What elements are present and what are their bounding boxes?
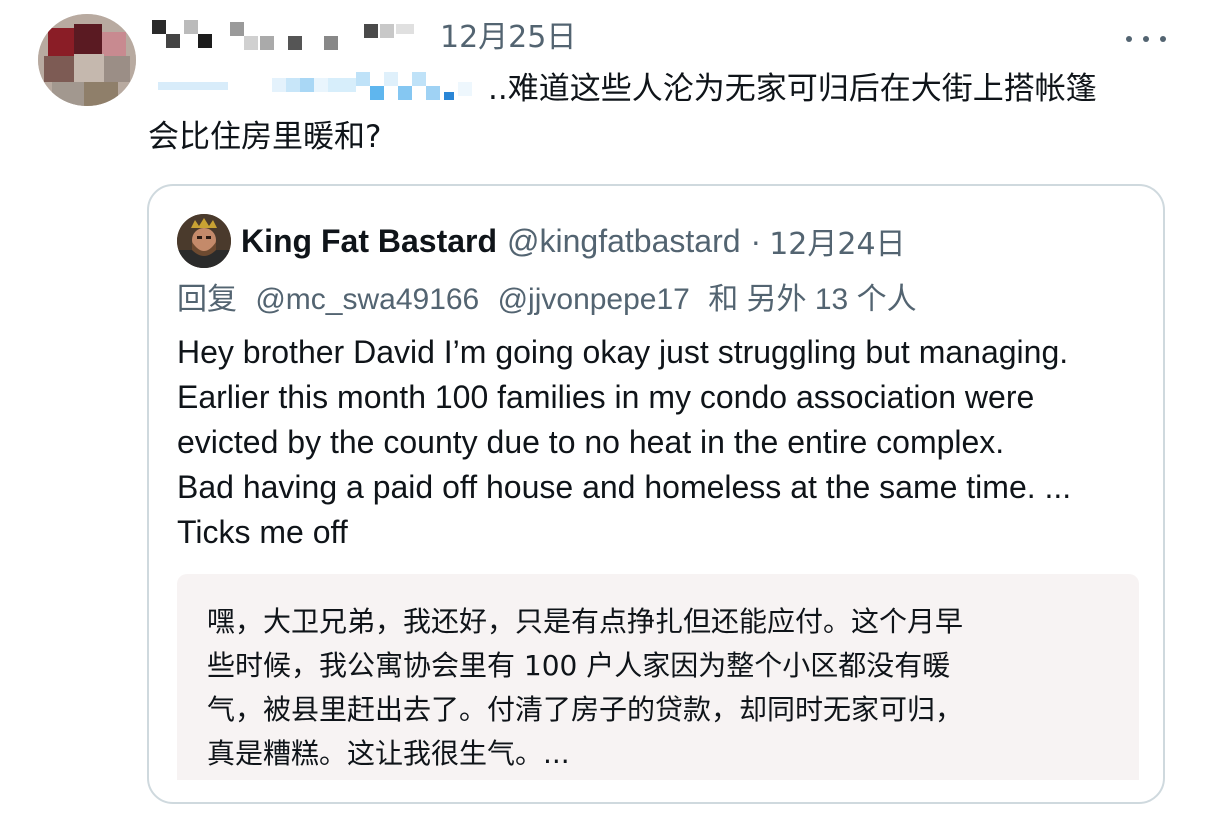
translation-line: 些时候，我公寓协会里有 100 户人家因为整个小区都没有暖 (207, 649, 951, 682)
translation-text: 嘿，大卫兄弟，我还好，只是有点挣扎但还能应付。这个月早 些时候，我公寓协会里有 … (207, 600, 963, 776)
quoted-handle[interactable]: @kingfatbastard (507, 223, 741, 260)
reply-context: 回复 @mc_swa49166 @jjvonpepe17 和 另外 13 个人 (177, 278, 917, 322)
quoted-display-name[interactable]: King Fat Bastard (241, 223, 497, 260)
translation-line: 嘿，大卫兄弟，我还好，只是有点挣扎但还能应付。这个月早 (207, 605, 964, 638)
body-line: Hey brother David I’m going okay just st… (177, 334, 1069, 370)
body-line: evicted by the county due to no heat in … (177, 424, 1005, 460)
post-date[interactable]: 12月25日 (440, 18, 576, 58)
body-line: Bad having a paid off house and homeless… (177, 469, 1072, 505)
body-line: Ticks me off (177, 514, 348, 550)
quoted-date[interactable]: 12月24日 (769, 219, 905, 263)
reply-handle-2[interactable]: @jjvonpepe17 (498, 283, 690, 316)
reply-handle-1[interactable]: @mc_swa49166 (255, 283, 479, 316)
separator-dot: · (750, 222, 762, 259)
translation-line: 真是糟糕。这让我很生气。... (207, 737, 570, 770)
quoted-author-avatar[interactable] (177, 214, 231, 268)
more-horizontal-icon[interactable] (1126, 26, 1166, 52)
post-text-line-2: 会比住房里暖和? (148, 119, 382, 155)
author-avatar[interactable] (38, 14, 136, 106)
translation-box: 嘿，大卫兄弟，我还好，只是有点挣扎但还能应付。这个月早 些时候，我公寓协会里有 … (177, 574, 1139, 780)
body-line: Earlier this month 100 families in my co… (177, 379, 1035, 415)
king-avatar-icon (177, 214, 231, 268)
translation-line: 气，被县里赶出去了。付清了房子的贷款，却同时无家可归， (207, 693, 964, 726)
quoted-body: Hey brother David I’m going okay just st… (177, 330, 1157, 555)
quoted-header: King Fat Bastard @kingfatbastard · 12月24… (241, 216, 906, 266)
author-name-redacted[interactable] (148, 16, 1128, 60)
reply-others[interactable]: 和 另外 13 个人 (708, 283, 916, 316)
post-text-line-1: ..难道这些人沦为无家可归后在大街上搭帐篷 (488, 71, 1097, 107)
quoted-tweet-card[interactable]: King Fat Bastard @kingfatbastard · 12月24… (147, 184, 1165, 804)
reply-prefix: 回复 (177, 283, 237, 316)
